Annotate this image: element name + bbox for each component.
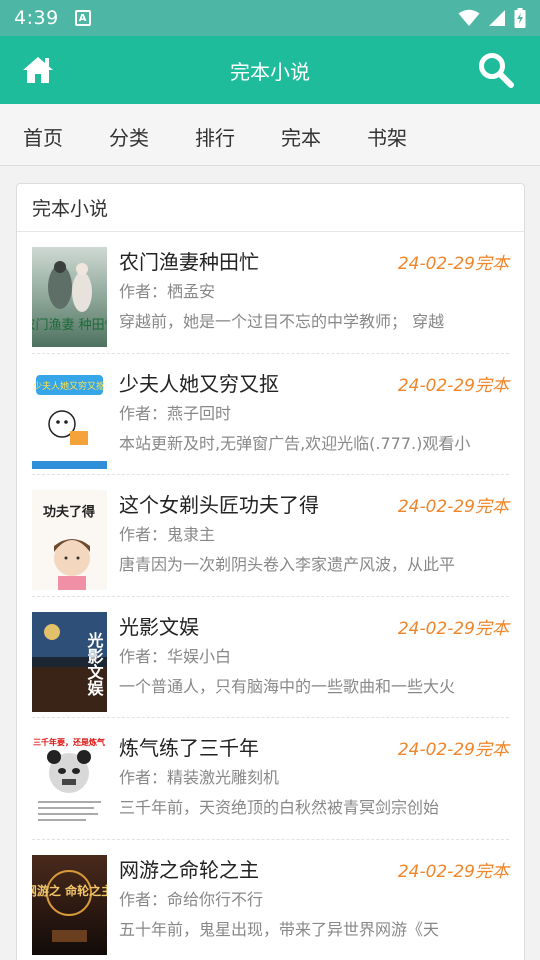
book-cover[interactable]: 农门渔妻 种田忙 [32, 247, 107, 347]
book-description: 五十年前，鬼星出现，带来了异世界网游《天 [119, 919, 440, 939]
signal-icon [489, 10, 505, 26]
book-item[interactable]: 光影文娱 光影文娱 24-02-29完本 作者：华娱小白 一个普通人，只有脑海中… [32, 597, 509, 718]
book-date: 24-02-29完本 [397, 254, 509, 274]
book-author: 作者：栖孟安 [119, 282, 216, 301]
book-author: 作者：燕子回时 [119, 403, 232, 423]
nav-item-completed[interactable]: 完本 [281, 122, 321, 151]
svg-text:少夫人她又穷又抠: 少夫人她又穷又抠 [33, 380, 105, 392]
page-title: 完本小说 [230, 59, 310, 84]
book-title[interactable]: 炼气练了三千年 [119, 732, 259, 761]
book-item[interactable]: 农门渔妻 种田忙 农门渔妻种田忙 24-02-29完本 作者：栖孟安 穿越前，她… [32, 232, 509, 354]
home-button[interactable] [20, 52, 56, 88]
book-description: 三千年前，天资绝顶的白秋然被青冥剑宗创始 [119, 798, 440, 817]
book-title[interactable]: 这个女剃头匠功夫了得 [119, 489, 319, 518]
top-nav: 首页 分类 排行 完本 书架 [0, 104, 540, 166]
book-list: 农门渔妻 种田忙 农门渔妻种田忙 24-02-29完本 作者：栖孟安 穿越前，她… [17, 232, 524, 960]
svg-text:光影文娱: 光影文娱 [85, 631, 105, 697]
notification-icon: A [74, 10, 91, 26]
svg-text:农门渔妻 种田忙: 农门渔妻 种田忙 [32, 318, 107, 333]
book-date: 24-02-29完本 [397, 375, 509, 396]
book-cover[interactable]: 三千年要，还是炼气 [32, 733, 107, 833]
book-title[interactable]: 光影文娱 [119, 611, 199, 640]
status-bar: 4:39 A [0, 0, 540, 36]
book-cover[interactable]: 网游之 命轮之主 [32, 854, 107, 955]
book-title[interactable]: 农门渔妻种田忙 [119, 246, 259, 275]
book-date: 24-02-29完本 [397, 497, 509, 517]
book-cover[interactable]: 少夫人她又穷又抠 [32, 368, 107, 469]
nav-item-bookshelf[interactable]: 书架 [367, 122, 407, 151]
book-description: 一个普通人，只有脑海中的一些歌曲和一些大火 [119, 676, 456, 696]
svg-text:三千年要，还是炼气: 三千年要，还是炼气 [33, 737, 105, 747]
book-date: 24-02-29完本 [397, 740, 509, 760]
book-author: 作者：精装激光雕刻机 [119, 768, 280, 787]
book-description: 穿越前，她是一个过目不忘的中学教师； 穿越 [119, 312, 445, 331]
completed-novels-panel: 完本小说 农门渔妻 种田忙 农门渔妻种田忙 24-02-29完本 作者：栖孟安 … [16, 183, 525, 960]
book-date: 24-02-29完本 [397, 861, 509, 882]
search-icon [479, 53, 514, 88]
svg-text:功夫了得: 功夫了得 [43, 504, 95, 520]
panel-title: 完本小说 [17, 184, 524, 232]
book-item[interactable]: 三千年要，还是炼气 炼气练了三千年 24-02-29完本 作者：精装激光雕刻机 … [32, 718, 509, 840]
book-author: 作者：鬼隶主 [119, 525, 216, 544]
book-author: 作者：华娱小白 [119, 646, 232, 666]
svg-text:网游之 命轮之主: 网游之 命轮之主 [32, 883, 107, 898]
book-item[interactable]: 网游之 命轮之主 网游之命轮之主 24-02-29完本 作者：命给你行不行 五十… [32, 840, 509, 960]
battery-icon [514, 8, 526, 28]
nav-item-home[interactable]: 首页 [23, 122, 63, 151]
search-button[interactable] [476, 50, 516, 90]
book-description: 本站更新及时,无弹窗广告,欢迎光临(.777.)观看小 [119, 433, 471, 453]
nav-item-ranking[interactable]: 排行 [195, 122, 235, 151]
book-cover[interactable]: 功夫了得 [32, 490, 107, 590]
book-title[interactable]: 少夫人她又穷又抠 [119, 368, 279, 397]
book-item[interactable]: 少夫人她又穷又抠 少夫人她又穷又抠 24-02-29完本 作者：燕子回时 本站更… [32, 354, 509, 475]
book-date: 24-02-29完本 [397, 618, 509, 639]
book-author: 作者：命给你行不行 [119, 889, 264, 909]
nav-item-category[interactable]: 分类 [109, 122, 149, 151]
wifi-icon [458, 9, 480, 26]
status-icons [458, 8, 526, 28]
home-icon [23, 57, 53, 83]
book-cover[interactable]: 光影文娱 [32, 611, 107, 712]
book-item[interactable]: 功夫了得 这个女剃头匠功夫了得 24-02-29完本 作者：鬼隶主 唐青因为一次… [32, 475, 509, 597]
app-bar: 完本小说 [0, 36, 540, 104]
status-time: 4:39 [14, 7, 59, 29]
book-description: 唐青因为一次剃阴头卷入李家遗产风波，从此平 [119, 555, 456, 574]
book-title[interactable]: 网游之命轮之主 [119, 854, 259, 883]
